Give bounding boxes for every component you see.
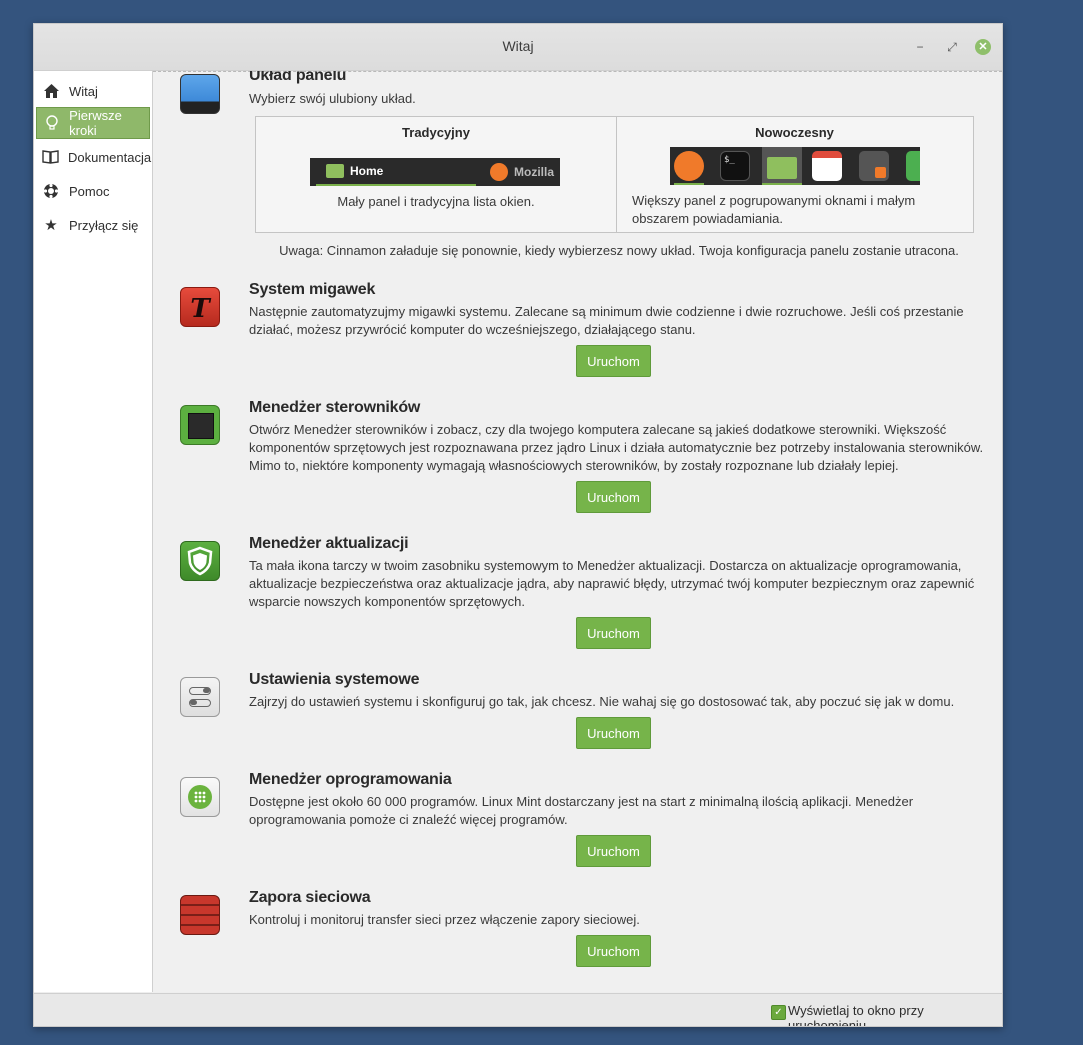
section-title: Zapora sieciowa [249, 889, 371, 906]
firewall-icon [180, 895, 220, 935]
minimize-button[interactable]: − [912, 39, 928, 55]
section-title: Ustawienia systemowe [249, 671, 420, 688]
app-grid-icon [180, 777, 220, 817]
preview-label: Home [350, 164, 384, 178]
main-content[interactable]: Układ panelu Wybierz swój ulubiony układ… [153, 71, 1002, 992]
launch-driver-manager-button[interactable]: Uruchom [576, 481, 651, 513]
lifebuoy-icon [42, 182, 60, 200]
show-on-startup-label[interactable]: Wyświetlaj to okno przy uruchomieniu [788, 1003, 1002, 1026]
panel-layout-chooser: Tradycyjny Home Mozilla Mały panel i tra… [255, 116, 974, 233]
section-description: Ta mała ikona tarczy w twoim zasobniku s… [249, 558, 975, 609]
firefox-icon [674, 151, 704, 181]
traditional-panel-preview: Home Mozilla [310, 158, 560, 186]
section-title: Menedżer aktualizacji [249, 535, 409, 552]
folder-icon [767, 157, 797, 179]
section-description: Następnie zautomatyzujmy migawki systemu… [249, 304, 964, 337]
sidebar-item-label: Przyłącz się [69, 217, 139, 233]
layout-option-description: Większy panel z pogrupowanymi oknami i m… [632, 193, 916, 226]
sidebar: Witaj Pierwsze kroki Dokumentacja Pomoc … [34, 71, 153, 992]
toggles-icon [180, 677, 220, 717]
section-description: Otwórz Menedżer sterowników i zobacz, cz… [249, 422, 984, 473]
book-icon [42, 148, 59, 166]
terminal-icon: $_ [720, 151, 750, 181]
launch-timeshift-button[interactable]: Uruchom [576, 345, 651, 377]
launch-software-manager-button[interactable]: Uruchom [576, 835, 651, 867]
home-icon [42, 82, 60, 100]
footer-bar: ✓ Wyświetlaj to okno przy uruchomieniu [34, 993, 1002, 1026]
sidebar-item-label: Pierwsze kroki [69, 108, 122, 138]
calculator-icon [859, 151, 889, 181]
close-button[interactable]: ✕ [975, 39, 991, 55]
titlebar[interactable]: Witaj − ⤢ ✕ [34, 24, 1002, 71]
panel-layout-title: Układ panelu [249, 71, 347, 84]
maximize-button[interactable]: ⤢ [944, 39, 960, 55]
firefox-icon [490, 163, 508, 181]
sidebar-item-witaj[interactable]: Witaj [36, 75, 150, 107]
section-description: Dostępne jest około 60 000 programów. Li… [249, 794, 914, 827]
lightbulb-icon [43, 114, 60, 132]
sidebar-item-dokumentacja[interactable]: Dokumentacja [36, 141, 152, 173]
folder-icon [326, 164, 344, 178]
welcome-window: Witaj − ⤢ ✕ Witaj Pierwsze kroki Dokumen… [33, 23, 1003, 1027]
star-icon: ★ [44, 217, 58, 234]
panel-layout-icon [180, 74, 220, 114]
section-title: Menedżer oprogramowania [249, 771, 452, 788]
section-title: Menedżer sterowników [249, 399, 421, 416]
layout-option-traditional[interactable]: Tradycyjny Home Mozilla Mały panel i tra… [256, 117, 617, 232]
section-description: Zajrzyj do ustawień systemu i skonfiguru… [249, 694, 955, 709]
layout-option-title: Nowoczesny [755, 125, 834, 140]
timeshift-icon: T [180, 287, 220, 327]
shield-icon [180, 541, 220, 581]
section-description: Kontroluj i monitoruj transfer sieci prz… [249, 912, 640, 927]
chip-icon [180, 405, 220, 445]
calendar-icon [812, 151, 842, 181]
spreadsheet-icon [906, 151, 920, 181]
sidebar-item-pierwsze-kroki[interactable]: Pierwsze kroki [36, 107, 150, 139]
sidebar-item-label: Witaj [69, 83, 98, 99]
layout-option-title: Tradycyjny [402, 125, 470, 140]
sidebar-item-label: Dokumentacja [68, 149, 152, 165]
svg-text:T: T [190, 294, 211, 324]
launch-update-manager-button[interactable]: Uruchom [576, 617, 651, 649]
launch-firewall-button[interactable]: Uruchom [576, 935, 651, 967]
launch-system-settings-button[interactable]: Uruchom [576, 717, 651, 749]
sidebar-item-label: Pomoc [69, 183, 110, 199]
section-title: System migawek [249, 281, 376, 298]
sidebar-item-pomoc[interactable]: Pomoc [36, 175, 150, 207]
window-title: Witaj [502, 38, 534, 54]
preview-label: Mozilla [514, 165, 555, 179]
panel-layout-note: Uwaga: Cinnamon załaduje się ponownie, k… [279, 243, 959, 258]
layout-option-description: Mały panel i tradycyjna lista okien. [337, 194, 535, 209]
panel-layout-subtitle: Wybierz swój ulubiony układ. [249, 91, 416, 106]
modern-panel-preview: $_ [670, 147, 920, 185]
show-on-startup-checkbox[interactable]: ✓ [771, 1005, 786, 1020]
sidebar-item-przylacz-sie[interactable]: ★ Przyłącz się [36, 209, 150, 241]
layout-option-modern[interactable]: Nowoczesny $_ Większy panel z pogrupowan… [616, 117, 973, 232]
